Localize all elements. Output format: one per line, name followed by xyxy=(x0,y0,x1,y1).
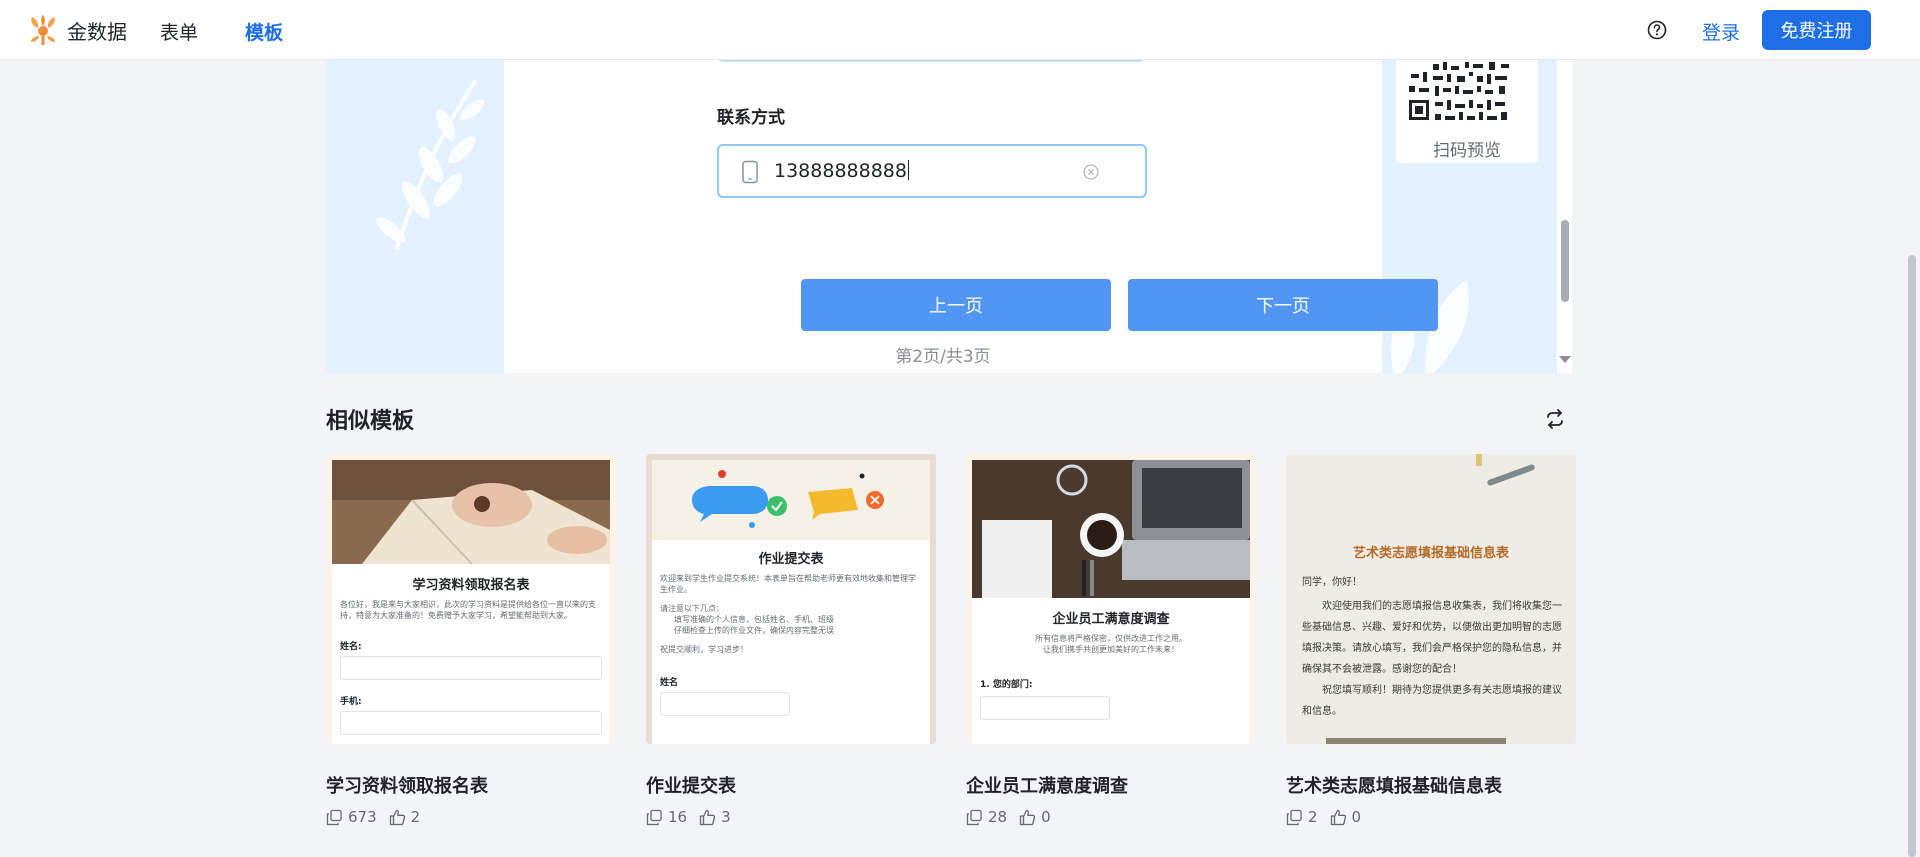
thumb-intro: 各位好，我是来与大家相识，此次的学习资料是提供给各位一直以来的支持，特意为大家准… xyxy=(340,600,596,620)
like-count: 2 xyxy=(410,808,421,826)
next-page-button[interactable]: 下一页 xyxy=(1128,279,1438,331)
copy-icon xyxy=(966,809,982,825)
form-page: 联系方式 13888888888 上一页 下一页 第2页/共3页 xyxy=(504,60,1438,373)
template-stats: 673 2 xyxy=(326,808,616,826)
phone-value: 13888888888 xyxy=(774,160,907,182)
thumb-heading: 企业员工满意度调查 xyxy=(1052,612,1170,627)
template-thumbnail[interactable]: 学习资料领取报名表 各位好，我是来与大家相识，此次的学习资料是提供给各位一直以来… xyxy=(326,454,616,744)
chat-bubbles-illustration-icon xyxy=(652,460,930,540)
previous-field-input[interactable] xyxy=(717,60,1145,62)
preview-scrollbar-thumb[interactable] xyxy=(1561,220,1569,302)
form-preview-sheet: 作业提交表 欢迎来到学生作业提交系统！本表单旨在帮助老师更有效地收集和管理学生作… xyxy=(652,460,930,744)
template-title[interactable]: 学习资料领取报名表 xyxy=(326,772,616,798)
template-title[interactable]: 作业提交表 xyxy=(646,772,936,798)
previous-page-button[interactable]: 上一页 xyxy=(801,279,1111,331)
qr-caption: 扫码预览 xyxy=(1433,141,1501,161)
thumb-heading: 学习资料领取报名表 xyxy=(412,578,530,593)
template-title[interactable]: 企业员工满意度调查 xyxy=(966,772,1256,798)
template-thumbnail[interactable]: 艺术类志愿填报基础信息表 同学，你好！ 欢迎使用我们的志愿填报信息收集表，我们将… xyxy=(1286,454,1576,744)
thumbs-up-icon xyxy=(389,809,405,825)
thumb-field-label: 手机: xyxy=(340,697,362,707)
copy-count: 2 xyxy=(1308,808,1318,826)
page-indicator: 第2页/共3页 xyxy=(895,347,991,367)
brand-logo[interactable]: 金数据 xyxy=(28,14,127,46)
like-count: 0 xyxy=(1041,808,1051,826)
nav-item-templates[interactable]: 模板 xyxy=(245,18,283,45)
mobile-phone-icon xyxy=(742,160,758,184)
thumb-heading: 艺术类志愿填报基础信息表 xyxy=(1352,546,1509,561)
thumb-heading: 作业提交表 xyxy=(758,552,824,567)
like-count: 0 xyxy=(1351,808,1362,826)
template-title[interactable]: 艺术类志愿填报基础信息表 xyxy=(1286,772,1576,798)
qr-preview: 扫码预览 xyxy=(1396,60,1538,163)
thumb-input xyxy=(980,696,1110,720)
clear-input-icon[interactable] xyxy=(1083,164,1099,180)
leaf-decoration-icon xyxy=(376,78,485,251)
jinshuju-logo-icon xyxy=(31,15,55,45)
register-button[interactable]: 免费注册 xyxy=(1762,10,1871,50)
thumb-paragraph: 欢迎使用我们的志愿填报信息收集表，我们将收集您一些基础信息、兴趣、爱好和优势，以… xyxy=(1302,601,1562,675)
copy-count: 28 xyxy=(988,808,1008,826)
thumb-input xyxy=(340,656,602,680)
phone-input[interactable]: 13888888888 xyxy=(717,144,1147,198)
thumb-notice: 请注意以下几点： xyxy=(660,604,724,613)
thumb-intro: 欢迎来到学生作业提交系统！本表单旨在帮助老师更有效地收集和管理学生作业。 xyxy=(660,574,916,594)
like-count: 3 xyxy=(721,808,731,826)
form-preview-sheet: 学习资料领取报名表 各位好，我是来与大家相识，此次的学习资料是提供给各位一直以来… xyxy=(332,460,610,744)
thumbs-up-icon xyxy=(1019,809,1036,825)
form-preview-sheet: 企业员工满意度调查 所有信息将严格保密，仅供改进工作之用。 让我们携手共创更加美… xyxy=(972,460,1250,744)
top-navigation: 金数据 表单 模板 登录 免费注册 xyxy=(0,0,1920,60)
thumb-intro: 让我们携手共创更加美好的工作未来！ xyxy=(1043,645,1179,654)
contact-field-label: 联系方式 xyxy=(717,108,785,128)
copy-icon xyxy=(646,809,662,825)
thumb-field-label: 姓名 xyxy=(660,678,679,688)
template-card[interactable]: 作业提交表 欢迎来到学生作业提交系统！本表单旨在帮助老师更有效地收集和管理学生作… xyxy=(646,454,936,826)
similar-templates-title: 相似模板 xyxy=(326,409,415,434)
thumb-bullet: 仔细检查上传的作业文件，确保内容完整无误 xyxy=(674,626,834,635)
template-card[interactable]: 艺术类志愿填报基础信息表 同学，你好！ 欢迎使用我们的志愿填报信息收集表，我们将… xyxy=(1286,454,1576,826)
login-link[interactable]: 登录 xyxy=(1702,18,1740,45)
page-scrollbar-thumb[interactable] xyxy=(1908,255,1916,857)
brand-name: 金数据 xyxy=(67,19,127,44)
thumb-paragraph: 祝您填写顺利！期待为您提供更多有关志愿填报的建议和信息。 xyxy=(1302,685,1562,717)
question-circle-icon[interactable] xyxy=(1647,20,1667,40)
scroll-down-arrow-icon[interactable] xyxy=(1559,356,1571,363)
qr-code-icon xyxy=(1407,60,1511,124)
nav-item-forms[interactable]: 表单 xyxy=(160,18,198,45)
thumbs-up-icon xyxy=(1330,809,1346,825)
thumb-intro: 所有信息将严格保密，仅供改进工作之用。 xyxy=(1035,634,1187,643)
copy-count: 673 xyxy=(348,808,377,826)
thumb-input xyxy=(340,711,602,735)
template-card[interactable]: 企业员工满意度调查 所有信息将严格保密，仅供改进工作之用。 让我们携手共创更加美… xyxy=(966,454,1256,826)
template-card[interactable]: 学习资料领取报名表 各位好，我是来与大家相识，此次的学习资料是提供给各位一直以来… xyxy=(326,454,616,826)
thumb-field-label: 1. 您的部门: xyxy=(980,680,1033,690)
copy-count: 16 xyxy=(668,808,688,826)
thumb-input xyxy=(660,692,790,716)
copy-icon xyxy=(1286,809,1302,825)
page-scrollbar[interactable] xyxy=(1904,60,1920,857)
thumb-greeting: 同学，你好！ xyxy=(1302,577,1362,588)
template-stats: 16 3 xyxy=(646,808,936,826)
desk-laptop-photo-icon xyxy=(972,460,1250,598)
thumbs-up-icon xyxy=(699,809,716,825)
thumb-closing: 祝提交顺利，学习进步！ xyxy=(660,645,748,654)
swap-icon[interactable] xyxy=(1544,408,1566,430)
thumb-field-label: 姓名: xyxy=(340,642,362,652)
form-preview: 联系方式 13888888888 上一页 下一页 第2页/共3页 扫码预览 xyxy=(326,60,1557,373)
thumb-bullet: 填写准确的个人信息，包括姓名、手机、班级 xyxy=(674,615,834,624)
template-stats: 28 0 xyxy=(966,808,1256,826)
template-thumbnail[interactable]: 作业提交表 欢迎来到学生作业提交系统！本表单旨在帮助老师更有效地收集和管理学生作… xyxy=(646,454,936,744)
template-thumbnail[interactable]: 企业员工满意度调查 所有信息将严格保密，仅供改进工作之用。 让我们携手共创更加美… xyxy=(966,454,1256,744)
copy-icon xyxy=(326,809,342,825)
template-stats: 2 0 xyxy=(1286,808,1576,826)
preview-scrollbar[interactable] xyxy=(1557,60,1572,373)
book-reading-photo-icon xyxy=(332,460,610,564)
